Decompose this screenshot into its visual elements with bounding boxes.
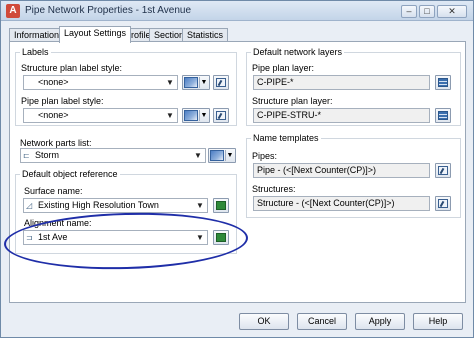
layers-icon xyxy=(438,111,448,120)
pipes-template-label: Pipes: xyxy=(252,151,278,161)
structure-plan-layer-label: Structure plan layer: xyxy=(252,96,333,106)
surface-pick-button[interactable] xyxy=(213,198,229,213)
structure-plan-label-style-select[interactable]: <none> ▼ xyxy=(23,75,178,90)
template-edit-icon xyxy=(438,166,448,175)
pipe-plan-label-style-select[interactable]: <none> ▼ xyxy=(23,108,178,123)
ok-button[interactable]: OK xyxy=(239,313,289,330)
label-edit-icon xyxy=(216,78,226,87)
structure-layer-button[interactable] xyxy=(435,108,451,123)
labels-group: Labels Structure plan label style: <none… xyxy=(15,47,237,126)
parts-list-icon: ⊏ xyxy=(23,151,30,160)
pipe-label-style-browse-button[interactable] xyxy=(213,108,229,123)
structures-template-edit-button[interactable] xyxy=(435,196,451,211)
surface-name-select[interactable]: ◿ Existing High Resolution Town ▼ xyxy=(23,198,208,213)
maximize-button[interactable]: □ xyxy=(419,5,435,18)
style-edit-icon xyxy=(184,110,198,121)
default-network-layers-group: Default network layers Pipe plan layer: … xyxy=(246,47,461,126)
chevron-down-icon: ▼ xyxy=(199,110,208,121)
pick-from-drawing-icon xyxy=(216,201,226,210)
template-edit-icon xyxy=(438,199,448,208)
name-templates-title: Name templates xyxy=(251,133,321,143)
network-parts-list-label: Network parts list: xyxy=(20,138,92,148)
label-edit-icon xyxy=(216,111,226,120)
default-object-reference-title: Default object reference xyxy=(20,169,120,179)
pipe-plan-label-style-label: Pipe plan label style: xyxy=(21,96,104,106)
title-bar[interactable]: A Pipe Network Properties - 1st Avenue –… xyxy=(1,1,473,21)
network-parts-list-value: Storm xyxy=(35,150,60,160)
structure-plan-layer-field[interactable]: C-PIPE-STRU-* xyxy=(253,108,430,123)
tab-layout-settings[interactable]: Layout Settings xyxy=(59,26,132,43)
autocad-app-icon: A xyxy=(6,4,20,18)
pipe-plan-layer-field[interactable]: C-PIPE-* xyxy=(253,75,430,90)
window-title: Pipe Network Properties - 1st Avenue xyxy=(25,5,192,16)
chevron-down-icon: ▼ xyxy=(194,151,202,160)
pipe-layer-button[interactable] xyxy=(435,75,451,90)
structures-template-field[interactable]: Structure - (<[Next Counter(CP)]>) xyxy=(253,196,430,211)
pipes-template-edit-button[interactable] xyxy=(435,163,451,178)
pipe-label-style-value: <none> xyxy=(38,110,69,120)
structures-template-label: Structures: xyxy=(252,184,296,194)
network-parts-list-select[interactable]: ⊏ Storm ▼ xyxy=(20,148,206,163)
apply-button[interactable]: Apply xyxy=(355,313,405,330)
minimize-button[interactable]: – xyxy=(401,5,417,18)
pipes-template-field[interactable]: Pipe - (<[Next Counter(CP)]>) xyxy=(253,163,430,178)
labels-group-title: Labels xyxy=(20,47,51,57)
layers-icon xyxy=(438,78,448,87)
chevron-down-icon: ▼ xyxy=(166,111,174,120)
structure-label-style-browse-button[interactable] xyxy=(213,75,229,90)
chevron-down-icon: ▼ xyxy=(166,78,174,87)
structure-label-style-edit-button[interactable]: ▼ xyxy=(182,75,210,90)
pipe-plan-layer-label: Pipe plan layer: xyxy=(252,63,315,73)
chevron-down-icon: ▼ xyxy=(199,77,208,88)
style-edit-icon xyxy=(184,77,198,88)
default-network-layers-title: Default network layers xyxy=(251,47,345,57)
surface-icon: ◿ xyxy=(26,201,33,210)
style-edit-icon xyxy=(210,150,224,161)
surface-name-value: Existing High Resolution Town xyxy=(38,200,159,210)
dialog-window: A Pipe Network Properties - 1st Avenue –… xyxy=(0,0,474,338)
chevron-down-icon: ▼ xyxy=(196,201,204,210)
parts-list-edit-button[interactable]: ▼ xyxy=(208,148,236,163)
structure-label-style-value: <none> xyxy=(38,77,69,87)
tab-statistics[interactable]: Statistics xyxy=(182,28,229,42)
chevron-down-icon: ▼ xyxy=(225,150,234,161)
surface-name-label: Surface name: xyxy=(24,186,83,196)
pipe-label-style-edit-button[interactable]: ▼ xyxy=(182,108,210,123)
tab-information[interactable]: Information xyxy=(9,28,65,42)
structure-plan-label-style-label: Structure plan label style: xyxy=(21,63,123,73)
cancel-button[interactable]: Cancel xyxy=(297,313,347,330)
close-button[interactable]: ✕ xyxy=(437,5,467,18)
name-templates-group: Name templates Pipes: Pipe - (<[Next Cou… xyxy=(246,133,461,218)
help-button[interactable]: Help xyxy=(413,313,463,330)
